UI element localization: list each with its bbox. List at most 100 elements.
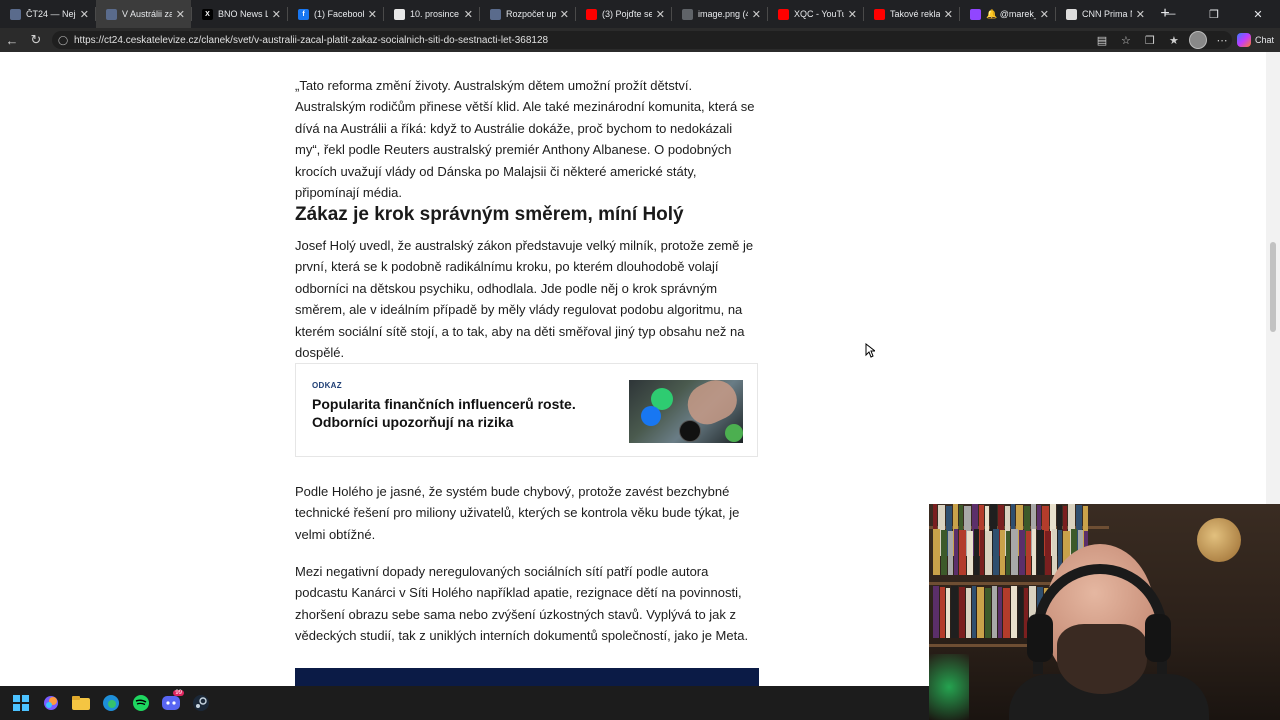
site-info-icon[interactable]: ◯ (58, 35, 68, 45)
book (933, 586, 939, 638)
book (1052, 529, 1057, 575)
restore-icon[interactable]: ❐ (1192, 0, 1236, 28)
ct24-icon (106, 8, 117, 20)
favorite-star-icon[interactable]: ☆ (1117, 31, 1135, 49)
windows-taskbar: 99 (0, 686, 929, 720)
browser-tab[interactable]: ČT24 — Nejdůvě ✕ (0, 0, 95, 28)
headset-earcup (1145, 614, 1171, 662)
browser-tab[interactable]: XQC - YouTube ✕ (768, 0, 863, 28)
tab-close-icon[interactable]: ✕ (176, 8, 185, 21)
favorites-icon[interactable]: ★ (1165, 31, 1183, 49)
book (959, 587, 965, 638)
tab-close-icon[interactable]: ✕ (752, 8, 761, 21)
profile-avatar[interactable] (1188, 31, 1207, 49)
book (1045, 531, 1051, 575)
book (967, 531, 973, 575)
book (977, 587, 984, 638)
close-window-icon[interactable]: ✕ (1236, 0, 1280, 28)
globe-icon (682, 8, 693, 20)
edge-icon[interactable] (100, 692, 122, 714)
browser-tab[interactable]: (3) Pojďte se se ✕ (576, 0, 671, 28)
spotify-icon[interactable] (130, 692, 152, 714)
book (985, 588, 991, 638)
book (1037, 530, 1044, 575)
scrollbar-thumb[interactable] (1270, 242, 1276, 332)
browser-tab[interactable]: Takové reklamy ✕ (864, 0, 959, 28)
chat-button[interactable]: Chat (1236, 33, 1274, 47)
steam-icon[interactable] (190, 692, 212, 714)
tiktok-app-icon (679, 420, 701, 442)
browser-tab[interactable]: f (1) Facebook Live ✕ (288, 0, 383, 28)
discord-icon[interactable]: 99 (160, 690, 184, 714)
globe (1197, 518, 1241, 562)
tab-title: CNN Prima News (1082, 9, 1132, 19)
book (951, 586, 958, 638)
tab-close-icon[interactable]: ✕ (464, 8, 473, 21)
news-icon (394, 8, 405, 20)
book (941, 530, 947, 575)
tab-close-icon[interactable]: ✕ (848, 8, 857, 21)
facebook-icon: f (298, 8, 309, 20)
book (993, 529, 999, 575)
browser-tab[interactable]: Rozpočet uprav ✕ (480, 0, 575, 28)
article-paragraph: Podle Holého je jasné, že systém bude ch… (295, 484, 740, 542)
book (933, 529, 940, 575)
book (940, 587, 945, 638)
notification-badge: 99 (173, 690, 184, 696)
twitch-icon (970, 8, 981, 20)
article-paragraph: Mezi negativní dopady neregulovaných soc… (295, 564, 749, 644)
cnn-icon (1066, 8, 1077, 20)
ct24-icon (490, 8, 501, 20)
tab-close-icon[interactable]: ✕ (560, 8, 569, 21)
browser-tab[interactable]: 🔔 @marek_g ✕ (960, 0, 1055, 28)
book (1011, 586, 1017, 638)
tab-title: 🔔 @marek_g (986, 8, 1036, 19)
book (1019, 530, 1025, 575)
tab-title: ČT24 — Nejdůvě (26, 9, 76, 19)
article-paragraph: „Tato reforma změní životy. Australským … (295, 78, 755, 201)
more-menu-icon[interactable]: ⋯ (1213, 31, 1231, 49)
reload-button[interactable]: ↻ (24, 28, 48, 52)
minimize-icon[interactable]: — (1148, 0, 1192, 28)
related-article-card[interactable]: ODKAZ Popularita finančních influencerů … (295, 363, 758, 457)
tab-close-icon[interactable]: ✕ (80, 8, 89, 21)
reader-mode-icon[interactable]: ▤ (1093, 31, 1111, 49)
article-paragraph: Josef Holý uvedl, že australský zákon př… (295, 238, 754, 361)
back-button[interactable]: ← (0, 28, 24, 52)
youtube-icon (778, 8, 789, 20)
browser-tab[interactable]: X BNO News Live ✕ (192, 0, 287, 28)
address-bar[interactable]: ◯ https://ct24.ceskatelevize.cz/clanek/s… (52, 31, 1232, 49)
book (946, 588, 950, 638)
tab-close-icon[interactable]: ✕ (944, 8, 953, 21)
tab-close-icon[interactable]: ✕ (1040, 8, 1049, 21)
tab-close-icon[interactable]: ✕ (656, 8, 665, 21)
tab-title: (1) Facebook Live (314, 9, 364, 19)
tab-close-icon[interactable]: ✕ (368, 8, 377, 21)
browser-tab[interactable]: CNN Prima News ✕ (1056, 0, 1151, 28)
browser-tab[interactable]: image.png (456 ✕ (672, 0, 767, 28)
copilot-icon[interactable] (40, 692, 62, 714)
related-thumbnail[interactable] (629, 380, 743, 443)
browser-tab[interactable]: 10. prosince 12: ✕ (384, 0, 479, 28)
browser-tab[interactable]: V Austrálii začal ✕ (96, 0, 191, 28)
related-kicker: ODKAZ (312, 381, 342, 390)
tab-close-icon[interactable]: ✕ (1136, 8, 1145, 21)
book (966, 588, 971, 638)
book (1003, 588, 1010, 638)
headset-earcup (1027, 614, 1053, 662)
tab-strip: ČT24 — Nejdůvě ✕ V Austrálii začal ✕ X BNO Ne… (0, 0, 1280, 28)
windows-start-icon[interactable] (10, 692, 32, 714)
tab-title: 10. prosince 12: (410, 9, 460, 19)
related-title[interactable]: Popularita finančních influencerů roste.… (312, 395, 612, 431)
extensions-icon[interactable]: ❒ (1141, 31, 1159, 49)
file-explorer-icon[interactable] (70, 692, 92, 714)
tab-close-icon[interactable]: ✕ (272, 8, 281, 21)
url-text: https://ct24.ceskatelevize.cz/clanek/sve… (74, 34, 549, 46)
tab-title: V Austrálii začal (122, 9, 172, 19)
book (1026, 531, 1031, 575)
book (972, 586, 976, 638)
tab-title: (3) Pojďte se se (602, 9, 652, 19)
article-image (295, 668, 759, 686)
toolbar-actions: ▤ ☆ ❒ ★ ⋯ Chat (1093, 28, 1274, 52)
book (1018, 587, 1023, 638)
